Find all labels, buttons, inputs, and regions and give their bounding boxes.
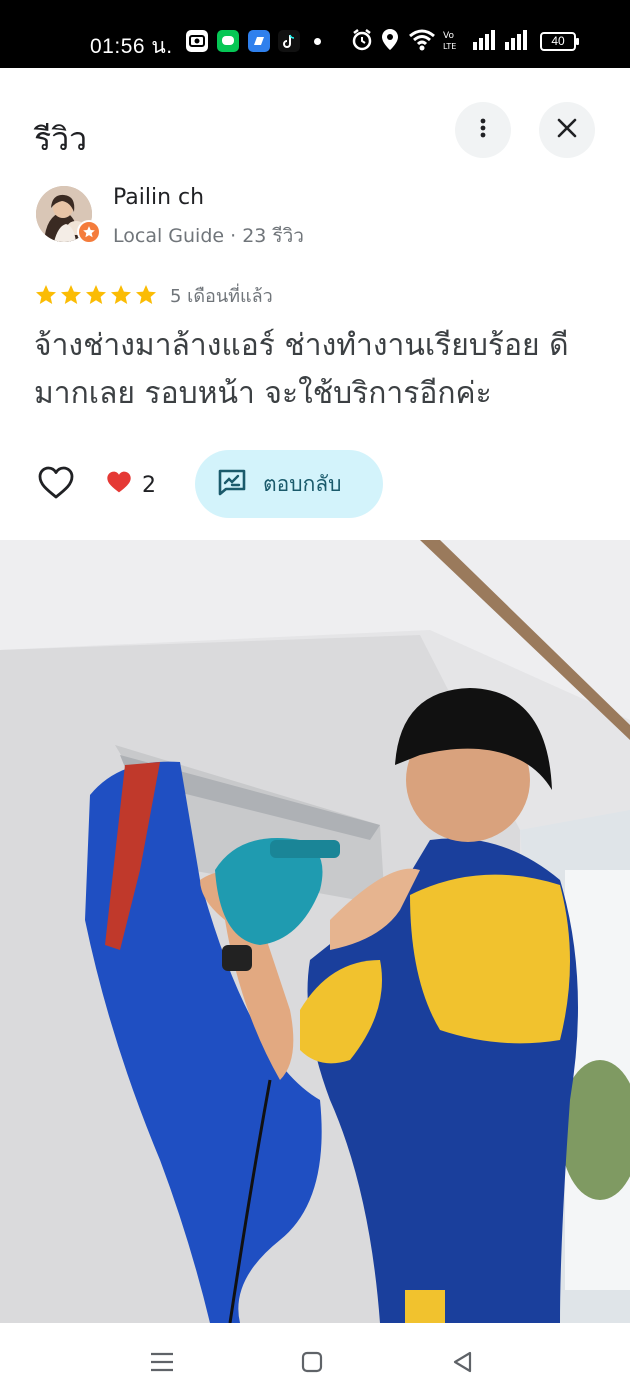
star-icon <box>136 285 156 304</box>
wifi-icon <box>408 28 436 56</box>
alarm-icon <box>351 28 373 56</box>
more-options-button[interactable] <box>455 102 511 158</box>
red-heart-icon <box>106 470 132 500</box>
author-name[interactable]: Pailin ch <box>113 185 204 210</box>
star-icon <box>86 285 106 304</box>
system-nav-bar <box>0 1323 630 1400</box>
rating-row: 5 เดือนที่แล้ว <box>34 281 273 309</box>
close-icon <box>555 116 579 144</box>
star-icon <box>111 285 131 304</box>
tiktok-app-icon <box>278 30 300 52</box>
review-actions: 2 ตอบกลับ <box>0 448 630 520</box>
recent-apps-icon[interactable] <box>147 1347 177 1377</box>
reply-button[interactable]: ตอบกลับ <box>195 450 383 518</box>
review-time: 5 เดือนที่แล้ว <box>170 285 273 307</box>
back-icon[interactable] <box>448 1347 478 1377</box>
review-photo[interactable] <box>0 540 630 1323</box>
status-bar: 01:56 น. Vo LTE 40 <box>0 0 630 68</box>
more-vert-icon <box>471 116 495 144</box>
messenger-app-icon <box>248 30 270 52</box>
star-rating <box>34 283 158 307</box>
author-meta: Local Guide · 23 รีวิว <box>113 225 304 247</box>
status-time: 01:56 น. <box>90 35 173 58</box>
reply-label: ตอบกลับ <box>263 471 342 496</box>
review-header: รีวิว <box>0 68 630 198</box>
notification-dot <box>314 38 321 45</box>
volte-icon: Vo LTE <box>442 28 466 56</box>
reaction-count[interactable]: 2 <box>106 470 156 500</box>
star-icon <box>36 285 56 304</box>
page-title: รีวิว <box>34 120 88 158</box>
line-app-icon <box>217 30 239 52</box>
reply-icon <box>217 468 247 500</box>
location-icon <box>381 28 399 56</box>
home-icon[interactable] <box>297 1347 327 1377</box>
gallery-app-icon <box>186 30 208 52</box>
like-button[interactable] <box>36 463 76 503</box>
local-guide-star-icon <box>77 220 101 244</box>
signal-icon <box>503 28 531 56</box>
star-icon <box>61 285 81 304</box>
signal-icon <box>471 28 499 56</box>
reaction-count-value: 2 <box>142 472 156 498</box>
svg-text:Vo: Vo <box>443 31 454 41</box>
close-button[interactable] <box>539 102 595 158</box>
heart-outline-icon <box>36 466 76 507</box>
svg-text:LTE: LTE <box>443 42 456 51</box>
battery-icon: 40 <box>540 32 579 51</box>
review-text: จ้างช่างมาล้างแอร์ ช่างทำงานเรียบร้อย ดี… <box>34 328 569 411</box>
review-author[interactable]: Pailin ch Local Guide · 23 รีวิว <box>0 180 630 250</box>
